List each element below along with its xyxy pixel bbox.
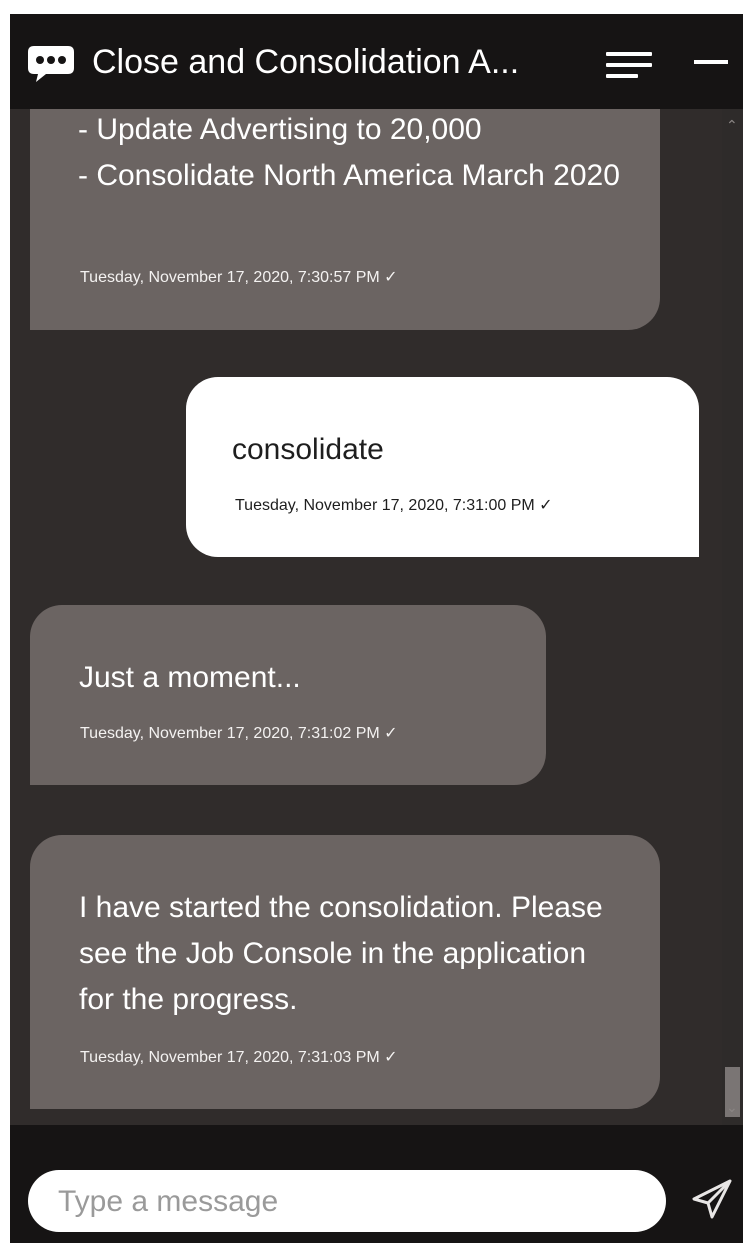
bot-message: I have started the consolidation. Please… xyxy=(30,835,660,1109)
chat-widget: Close and Consolidation A... - Update Ad… xyxy=(10,14,743,1243)
message-input-box[interactable] xyxy=(28,1170,666,1232)
chat-title: Close and Consolidation A... xyxy=(92,43,520,81)
speech-bubble-icon xyxy=(28,46,74,82)
scroll-down-arrow-icon[interactable]: ⌄ xyxy=(726,1099,738,1116)
message-text: I have started the consolidation. Please… xyxy=(79,891,603,1016)
message-text: Just a moment... xyxy=(79,661,301,694)
message-input[interactable] xyxy=(56,1180,650,1224)
message-timestamp: Tuesday, November 17, 2020, 7:30:57 PM ✓ xyxy=(80,269,398,286)
send-paper-plane-icon[interactable] xyxy=(690,1177,734,1221)
bot-message: Just a moment... Tuesday, November 17, 2… xyxy=(30,605,546,785)
message-timestamp: Tuesday, November 17, 2020, 7:31:02 PM ✓ xyxy=(80,725,398,742)
message-list: - Update Advertising to 20,000 - Consoli… xyxy=(10,109,722,1125)
message-timestamp: Tuesday, November 17, 2020, 7:31:00 PM ✓ xyxy=(235,497,553,514)
hamburger-menu-icon[interactable] xyxy=(606,48,654,82)
message-text: - Update Advertising to 20,000 - Consoli… xyxy=(78,113,620,192)
message-text: consolidate xyxy=(232,433,384,466)
chat-header: Close and Consolidation A... xyxy=(10,14,743,109)
chat-footer xyxy=(10,1125,743,1243)
bot-message: - Update Advertising to 20,000 - Consoli… xyxy=(30,109,660,330)
user-message: consolidate Tuesday, November 17, 2020, … xyxy=(186,377,699,557)
scroll-up-arrow-icon[interactable]: ⌃ xyxy=(726,117,738,134)
message-timestamp: Tuesday, November 17, 2020, 7:31:03 PM ✓ xyxy=(80,1049,398,1066)
minimize-icon[interactable] xyxy=(694,60,728,64)
scrollbar[interactable]: ⌃ ⌄ xyxy=(722,109,743,1125)
